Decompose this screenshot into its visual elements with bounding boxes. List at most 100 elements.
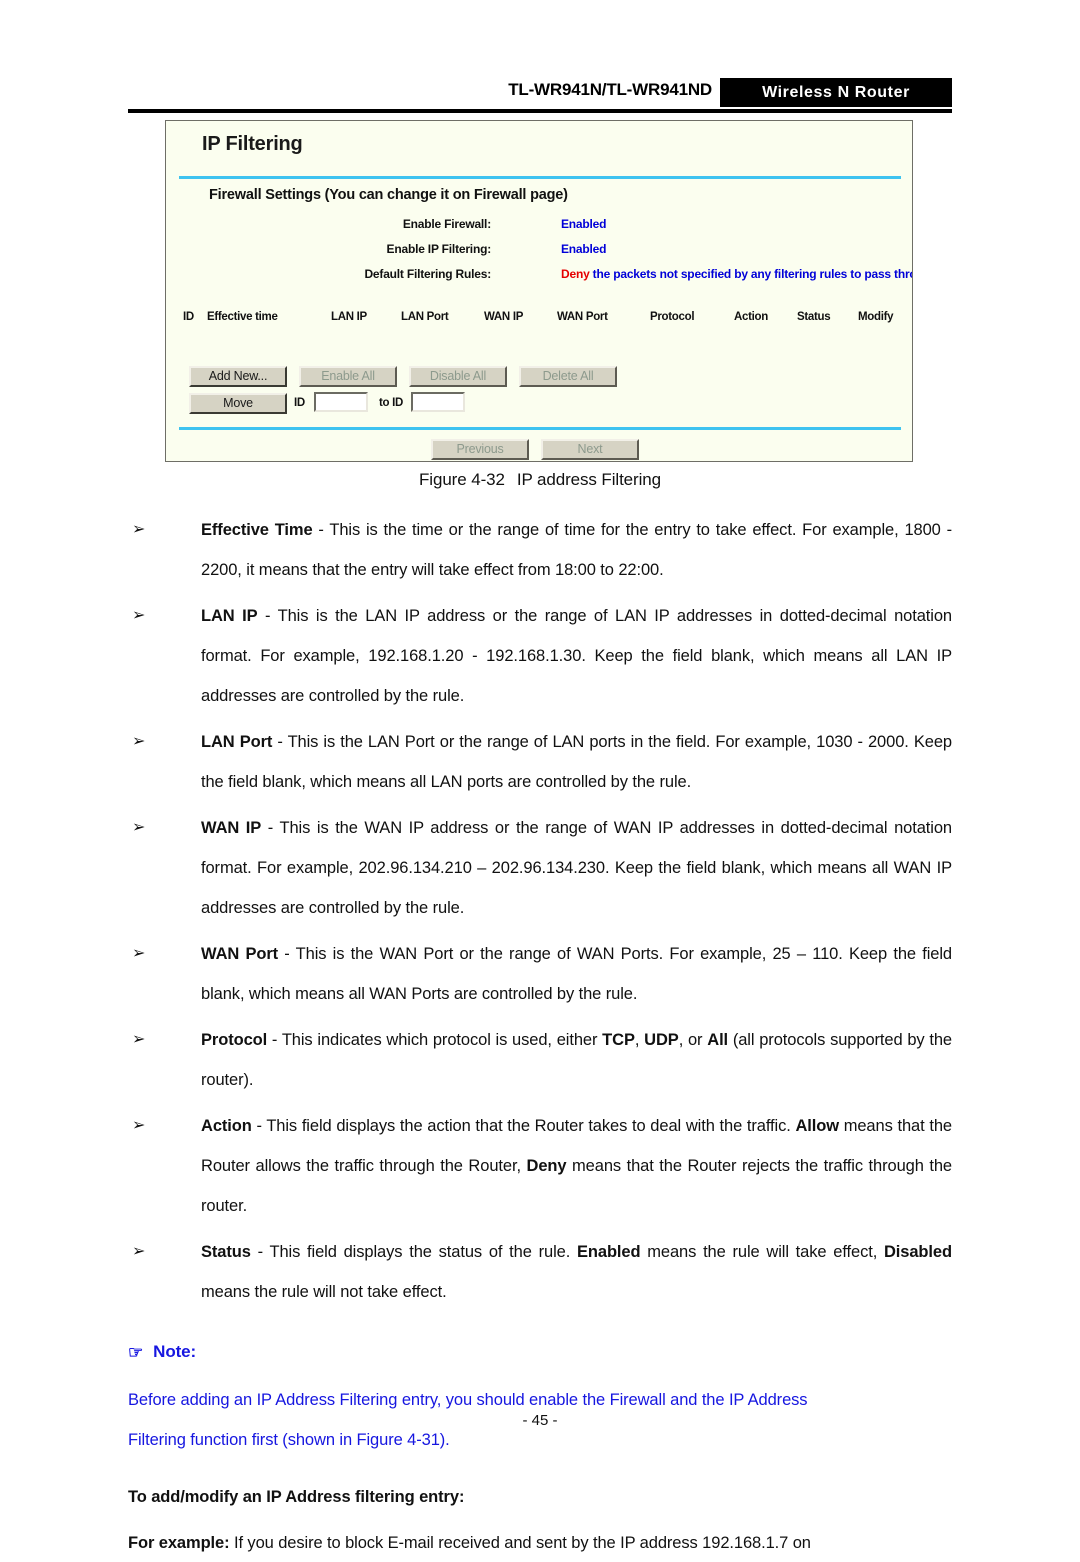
protocol-option-udp: UDP <box>644 1031 679 1049</box>
protocol-sep2: , or <box>678 1031 708 1049</box>
bullet-text-wan-ip: This is the WAN IP address or the range … <box>201 819 952 917</box>
protocol-option-all: All <box>707 1031 729 1049</box>
enable-firewall-label: Enable Firewall: <box>402 217 491 231</box>
bullet-wan-ip: ➢ WAN IP - This is the WAN IP address or … <box>128 808 952 928</box>
status-text-part1: This field displays the status of the ru… <box>269 1243 577 1261</box>
bullet-protocol: ➢ Protocol - This indicates which protoco… <box>128 1020 952 1100</box>
move-button[interactable]: Move <box>189 393 287 414</box>
action-value-deny: Deny <box>526 1157 567 1175</box>
default-filtering-rules-label: Default Filtering Rules: <box>364 267 491 281</box>
bullet-effective-time: ➢ Effective Time - This is the time or th… <box>128 510 952 590</box>
bullet-text-lan-port: This is the LAN Port or the range of LAN… <box>201 733 952 791</box>
figure-caption: Figure 4-32 IP address Filtering <box>0 470 1080 490</box>
bullet-term-status: Status <box>201 1243 251 1261</box>
add-new-button[interactable]: Add New... <box>189 366 287 387</box>
note-heading: ☞ Note: <box>128 1336 952 1368</box>
bullet-arrow-icon: ➢ <box>132 607 146 624</box>
for-example-line: For example: If you desire to block E-ma… <box>128 1524 952 1562</box>
previous-page-button[interactable]: Previous <box>431 439 529 460</box>
bullet-term-wan-port: WAN Port <box>201 945 279 963</box>
action-value-allow: Allow <box>795 1117 839 1135</box>
router-ui-screenshot-panel: IP Filtering Firewall Settings (You can … <box>165 120 913 462</box>
setting-row-default-filtering-rules: Default Filtering Rules: Deny the packet… <box>166 267 912 287</box>
panel-top-divider <box>179 176 901 179</box>
bullet-arrow-icon: ➢ <box>132 945 146 962</box>
bullet-term-effective-time: Effective Time <box>201 521 313 539</box>
bullet-term-action: Action <box>201 1117 252 1135</box>
bullet-arrow-icon: ➢ <box>132 1243 146 1260</box>
header-product-band: Wireless N Router <box>720 78 952 107</box>
page-header: TL-WR941N/TL-WR941ND Wireless N Router <box>128 78 952 114</box>
column-header-lan-ip: LAN IP <box>331 311 367 323</box>
column-header-effective-time: Effective time <box>207 311 278 323</box>
status-value-disabled: Disabled <box>883 1243 952 1261</box>
setting-row-enable-ip-filtering: Enable IP Filtering: Enabled <box>166 242 912 262</box>
bullet-status: ➢ Status - This field displays the status… <box>128 1232 952 1312</box>
pointing-hand-icon: ☞ <box>128 1343 144 1362</box>
column-header-modify: Modify <box>858 311 894 323</box>
enable-all-button[interactable]: Enable All <box>299 366 397 387</box>
enable-ip-filtering-label: Enable IP Filtering: <box>386 242 492 256</box>
move-to-id-label: to ID <box>379 397 404 409</box>
protocol-sep1: , <box>634 1031 645 1049</box>
bullet-term-lan-port: LAN Port <box>201 733 273 751</box>
bullet-term-wan-ip: WAN IP <box>201 819 262 837</box>
next-page-button[interactable]: Next <box>541 439 639 460</box>
bullet-separator: - <box>312 521 330 539</box>
column-header-wan-ip: WAN IP <box>484 311 524 323</box>
bullet-text-wan-port: This is the WAN Port or the range of WAN… <box>201 945 952 1003</box>
column-header-protocol: Protocol <box>650 311 695 323</box>
default-rule-deny-emphasis: Deny <box>561 267 590 281</box>
bullet-lan-port: ➢ LAN Port - This is the LAN Port or the … <box>128 722 952 802</box>
enable-firewall-value: Enabled <box>561 217 607 231</box>
bullet-separator: - <box>267 1031 282 1049</box>
status-value-enabled: Enabled <box>576 1243 641 1261</box>
move-to-id-input[interactable] <box>411 392 465 412</box>
bullet-lan-ip: ➢ LAN IP - This is the LAN IP address or … <box>128 596 952 716</box>
bullet-arrow-icon: ➢ <box>132 819 146 836</box>
figure-number: Figure 4-32 <box>419 470 505 489</box>
enable-ip-filtering-value: Enabled <box>561 242 607 256</box>
bullet-separator: - <box>251 1117 267 1135</box>
column-header-action: Action <box>734 311 768 323</box>
disable-all-button[interactable]: Disable All <box>409 366 507 387</box>
bullet-separator: - <box>250 1243 270 1261</box>
default-rule-rest-text: the packets not specified by any filteri… <box>592 267 912 281</box>
document-body: ➢ Effective Time - This is the time or th… <box>128 510 952 1562</box>
page-number-footer: - 45 - <box>522 1412 558 1429</box>
firewall-settings-heading: Firewall Settings (You can change it on … <box>209 187 568 203</box>
column-header-wan-port: WAN Port <box>557 311 608 323</box>
column-header-lan-port: LAN Port <box>401 311 449 323</box>
move-id-label: ID <box>294 397 305 409</box>
bullet-separator: - <box>257 607 278 625</box>
bullet-arrow-icon: ➢ <box>132 1031 146 1048</box>
bullet-arrow-icon: ➢ <box>132 733 146 750</box>
column-header-status: Status <box>797 311 831 323</box>
bullet-text-lan-ip: This is the LAN IP address or the range … <box>201 607 952 705</box>
setting-row-enable-firewall: Enable Firewall: Enabled <box>166 217 912 237</box>
rules-table-header-row: ID Effective time LAN IP LAN Port WAN IP… <box>179 311 901 331</box>
panel-bottom-divider <box>179 427 901 430</box>
bullet-separator: - <box>278 945 296 963</box>
bullet-arrow-icon: ➢ <box>132 1117 146 1134</box>
for-example-label: For example: <box>128 1534 230 1552</box>
for-example-text: If you desire to block E-mail received a… <box>229 1534 811 1552</box>
header-model-name: TL-WR941N/TL-WR941ND <box>508 80 712 99</box>
bullet-arrow-icon: ➢ <box>132 521 146 538</box>
default-filtering-rules-value: Deny the packets not specified by any fi… <box>561 267 912 281</box>
status-text-part2: means the rule will take effect, <box>640 1243 884 1261</box>
protocol-text-part1: This indicates which protocol is used, e… <box>281 1031 603 1049</box>
bullet-wan-port: ➢ WAN Port - This is the WAN Port or the … <box>128 934 952 1014</box>
bullet-separator: - <box>261 819 280 837</box>
header-divider-rule <box>128 109 952 113</box>
bullet-term-protocol: Protocol <box>201 1031 268 1049</box>
column-header-id: ID <box>183 311 194 323</box>
bullet-action: ➢ Action - This field displays the action… <box>128 1106 952 1226</box>
move-id-input[interactable] <box>314 392 368 412</box>
add-modify-subheading: To add/modify an IP Address filtering en… <box>128 1488 465 1506</box>
bullet-separator: - <box>272 733 288 751</box>
bullet-term-lan-ip: LAN IP <box>201 607 258 625</box>
delete-all-button[interactable]: Delete All <box>519 366 617 387</box>
action-text-part1: This field displays the action that the … <box>266 1117 796 1135</box>
status-text-part3: means the rule will not take effect. <box>201 1283 447 1301</box>
